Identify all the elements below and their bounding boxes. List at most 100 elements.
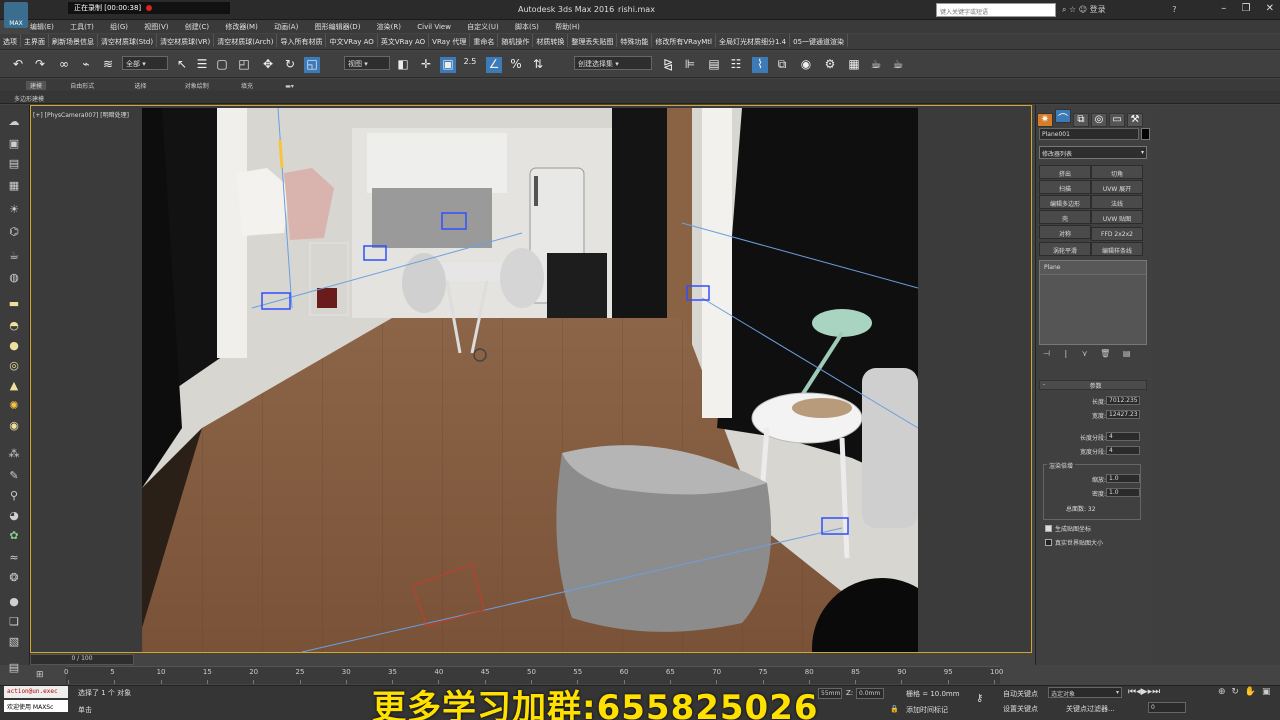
plugin-button[interactable]: 清空材质球(Arch) bbox=[214, 34, 278, 47]
maxscript-listener-top[interactable]: action@un.exec bbox=[4, 686, 68, 698]
maxscript-listener-bottom[interactable]: 欢迎使用 MAXSc bbox=[4, 700, 68, 712]
sun-light-icon[interactable]: ✺ bbox=[7, 399, 21, 413]
modifier-button[interactable]: 编辑多边形 bbox=[1039, 195, 1091, 209]
menu-customize[interactable]: 自定义(U) bbox=[467, 20, 499, 32]
sign-in-label[interactable]: 登录 bbox=[1090, 5, 1106, 14]
schematic-view-icon[interactable]: ⧉ bbox=[774, 57, 790, 73]
plugin-button[interactable]: 主界面 bbox=[21, 34, 49, 47]
ribbon-tab-object-paint[interactable]: 对象绘制 bbox=[185, 79, 209, 90]
mini-curve-editor-icon[interactable]: ⊞ bbox=[36, 670, 44, 680]
modifier-button[interactable]: 法线 bbox=[1091, 195, 1143, 209]
undo-icon[interactable]: ↶ bbox=[10, 57, 26, 73]
key-filters-button[interactable]: 关键点过滤器... bbox=[1066, 704, 1115, 714]
help-icon[interactable]: ? bbox=[1172, 5, 1176, 14]
plugin-button[interactable]: 清空材质球(VR) bbox=[157, 34, 215, 47]
torus-primitive-icon[interactable]: ◎ bbox=[7, 359, 21, 373]
mirror-icon[interactable]: ⧎ bbox=[660, 57, 676, 73]
globe-tool-icon[interactable]: ◕ bbox=[7, 509, 21, 523]
binoculars-icon[interactable]: ⌕ bbox=[1062, 5, 1066, 14]
hair-tool-icon[interactable]: ≈ bbox=[7, 551, 21, 565]
pivot-center-icon[interactable]: ◧ bbox=[395, 57, 411, 73]
auto-key-button[interactable]: 自动关键点 bbox=[1003, 689, 1038, 699]
remove-modifier-icon[interactable]: 🗑 bbox=[1100, 349, 1110, 358]
menu-scripting[interactable]: 脚本(S) bbox=[515, 20, 539, 32]
modifier-button[interactable]: 挤出 bbox=[1039, 165, 1091, 179]
modifier-button[interactable]: 切角 bbox=[1091, 165, 1143, 179]
pan-icon[interactable]: ✋ bbox=[1245, 687, 1256, 697]
align-icon[interactable]: ⊫ bbox=[682, 57, 698, 73]
modifier-button[interactable]: UVW 展开 bbox=[1091, 180, 1143, 194]
plugin-button[interactable]: VRay 代理 bbox=[429, 34, 471, 47]
snap-toggle[interactable]: 2.5 bbox=[462, 57, 478, 73]
named-selection-dropdown[interactable]: 创建选择集 ▾ bbox=[574, 56, 652, 70]
light-tool-icon[interactable]: ☀ bbox=[7, 203, 21, 217]
key-icon[interactable]: ⚷ bbox=[976, 693, 983, 704]
plugin-button[interactable]: 05一键通道渲染 bbox=[790, 34, 849, 47]
sphere-tool-icon[interactable]: ◍ bbox=[7, 271, 21, 285]
object-color-swatch[interactable] bbox=[1141, 128, 1150, 140]
z-coordinate-field[interactable]: 0.0mm bbox=[856, 688, 884, 699]
modifier-button[interactable]: UVW 贴图 bbox=[1091, 210, 1143, 224]
plugin-button[interactable]: 特殊功能 bbox=[617, 34, 653, 47]
link-icon[interactable]: ∞ bbox=[56, 57, 72, 73]
sphere-primitive-icon[interactable]: ● bbox=[7, 339, 21, 353]
cone-primitive-icon[interactable]: ▲ bbox=[7, 379, 21, 393]
modifier-button[interactable]: 涡轮平滑 bbox=[1039, 242, 1091, 256]
material-sphere-icon[interactable]: ● bbox=[7, 595, 21, 609]
menu-civil-view[interactable]: Civil View bbox=[417, 21, 451, 31]
plugin-button[interactable]: 修改所有VRayMtl bbox=[652, 34, 716, 47]
hierarchy-tab-icon[interactable]: ⧉ bbox=[1073, 113, 1089, 127]
menu-views[interactable]: 视图(V) bbox=[144, 20, 168, 32]
grid-tool-icon[interactable]: ▦ bbox=[7, 179, 21, 193]
show-end-result-icon[interactable]: ❘ bbox=[1063, 349, 1070, 358]
plugin-button[interactable]: 英文VRay AO bbox=[378, 34, 430, 47]
camera-viewport[interactable] bbox=[142, 108, 918, 652]
render-production-icon[interactable]: ☕ bbox=[868, 57, 884, 73]
paint-tool-icon[interactable]: ✎ bbox=[7, 469, 21, 483]
scale-spinner[interactable]: 1.0 bbox=[1106, 474, 1140, 483]
app-menu-button[interactable]: MAX bbox=[4, 2, 28, 28]
unlink-icon[interactable]: ⌁ bbox=[78, 57, 94, 73]
media-tool-icon[interactable]: ▧ bbox=[7, 635, 21, 649]
modifier-button[interactable]: 扫描 bbox=[1039, 180, 1091, 194]
viewport-tool-icon[interactable]: ▣ bbox=[7, 137, 21, 151]
plugin-button[interactable]: 中文VRay AO bbox=[326, 34, 378, 47]
width-spinner[interactable]: 12427.23 bbox=[1106, 410, 1140, 419]
move-icon[interactable]: ✥ bbox=[260, 57, 276, 73]
orbit-icon[interactable]: ↻ bbox=[1231, 687, 1239, 697]
angle-snap-icon[interactable]: ∠ bbox=[486, 57, 502, 73]
spinner-snap-icon[interactable]: ⇅ bbox=[530, 57, 546, 73]
current-frame-field[interactable]: 0 bbox=[1148, 702, 1186, 713]
plugin-button[interactable]: 材质转换 bbox=[533, 34, 569, 47]
rotate-icon[interactable]: ↻ bbox=[282, 57, 298, 73]
layer-manager-icon[interactable]: ▤ bbox=[706, 57, 722, 73]
plugin-button[interactable]: 整理丢失贴图 bbox=[568, 34, 618, 47]
ribbon-tab-selection[interactable]: 选择 bbox=[135, 79, 147, 90]
object-name-field[interactable]: Plane001 bbox=[1039, 128, 1139, 140]
particle-tool-icon[interactable]: ⁂ bbox=[7, 447, 21, 461]
menu-rendering[interactable]: 渲染(R) bbox=[377, 20, 401, 32]
menu-create[interactable]: 创建(C) bbox=[185, 20, 209, 32]
ribbon-options-icon[interactable]: ▬▾ bbox=[285, 81, 294, 90]
curve-editor-icon[interactable]: ⌇ bbox=[752, 57, 768, 73]
plugin-button[interactable]: 重命名 bbox=[470, 34, 499, 47]
plugin-button[interactable]: 清空材质球(Std) bbox=[98, 34, 158, 47]
explorer-tool-icon[interactable]: ▤ bbox=[7, 661, 21, 675]
length-spinner[interactable]: 7012.235 bbox=[1106, 396, 1140, 405]
plugin-button[interactable]: 随机操作 bbox=[498, 34, 534, 47]
modifier-button[interactable]: FFD 2x2x2 bbox=[1091, 227, 1143, 241]
ribbon-tab-freeform[interactable]: 自由形式 bbox=[70, 79, 94, 90]
lock-icon[interactable]: 🔒 bbox=[890, 705, 899, 713]
file-tool-icon[interactable]: ❏ bbox=[7, 615, 21, 629]
plugin-button[interactable]: 选项 bbox=[0, 34, 21, 47]
gen-mapping-coords-checkbox[interactable]: 生成贴图坐标 bbox=[1045, 524, 1091, 533]
reference-coordinate-dropdown[interactable]: 视图 ▾ bbox=[344, 56, 390, 70]
modifier-stack[interactable]: Plane bbox=[1039, 260, 1147, 345]
modifier-button[interactable]: 壳 bbox=[1039, 210, 1091, 224]
ribbon-tab-populate[interactable]: 填充 bbox=[241, 79, 253, 90]
play-icon[interactable]: ▶ bbox=[1141, 687, 1148, 697]
modifier-button[interactable]: 对称 bbox=[1039, 225, 1091, 239]
menu-tools[interactable]: 工具(T) bbox=[70, 20, 94, 32]
plugin-button[interactable]: 刷新场景信息 bbox=[49, 34, 98, 47]
length-segs-spinner[interactable]: 4 bbox=[1106, 432, 1140, 441]
